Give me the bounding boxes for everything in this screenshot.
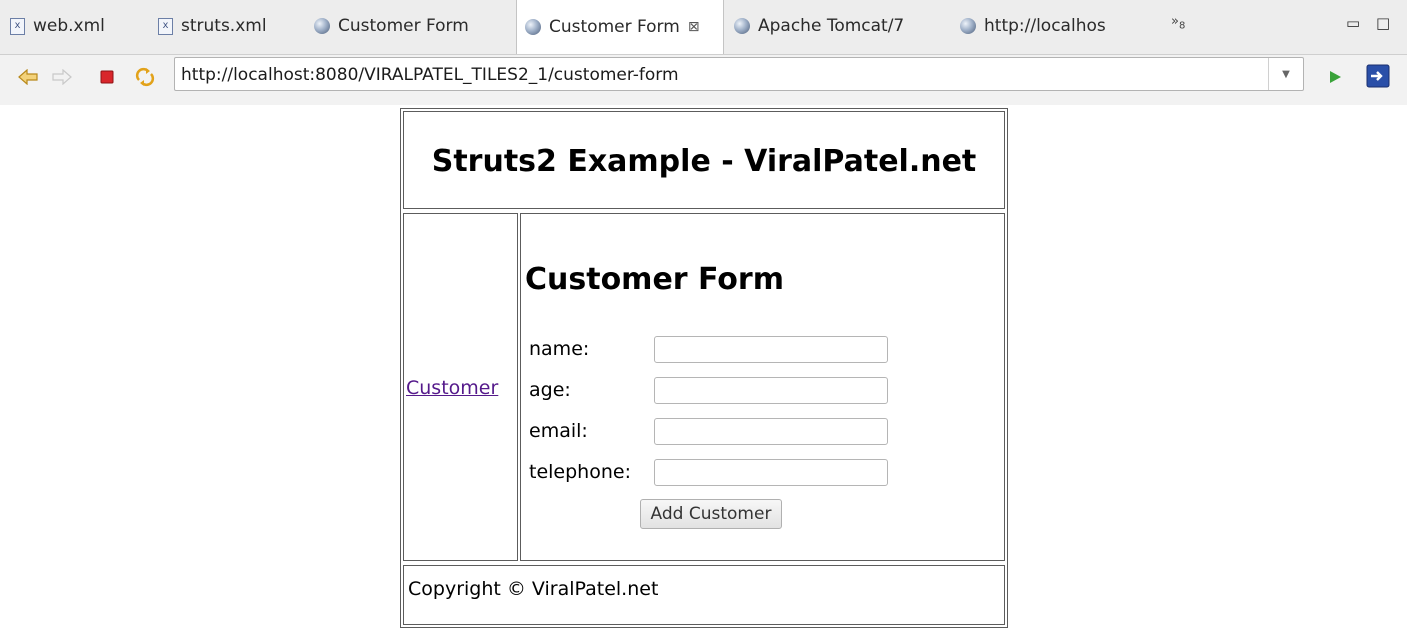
refresh-icon — [135, 67, 155, 87]
chevron-right-icon: » — [1171, 14, 1179, 29]
external-browser-icon — [1366, 64, 1390, 88]
telephone-label: telephone: — [529, 461, 631, 483]
tab-apache-tomcat[interactable]: Apache Tomcat/7 — [734, 0, 904, 52]
name-label: name: — [529, 338, 590, 360]
globe-icon — [960, 18, 976, 34]
editor-tab-bar: x web.xml x struts.xml Customer Form Cus… — [0, 0, 1407, 55]
tab-label: Customer Form — [338, 16, 469, 36]
form-title: Customer Form — [525, 262, 784, 297]
globe-icon — [734, 18, 750, 34]
go-button[interactable] — [1325, 67, 1345, 87]
url-history-dropdown[interactable]: ▼ — [1268, 58, 1303, 90]
tab-localhost[interactable]: http://localhos — [960, 0, 1106, 52]
overflow-count: 8 — [1178, 20, 1186, 32]
menu-cell: Customer — [403, 213, 518, 561]
tab-overflow-button[interactable]: »8 — [1171, 14, 1185, 32]
tab-customer-form-active[interactable]: Customer Form ⊠ — [516, 0, 724, 54]
close-tab-icon[interactable]: ⊠ — [688, 19, 700, 35]
tab-label: http://localhos — [984, 16, 1106, 36]
add-customer-button[interactable]: Add Customer — [640, 499, 782, 529]
xml-file-icon: x — [10, 17, 25, 35]
maximize-button[interactable]: □ — [1376, 14, 1390, 32]
body-cell: Customer Form name: age: email: telephon… — [520, 213, 1005, 561]
stop-icon — [100, 70, 114, 84]
email-label: email: — [529, 420, 588, 442]
tab-label: struts.xml — [181, 16, 267, 36]
age-label: age: — [529, 379, 571, 401]
forward-arrow-icon — [52, 69, 72, 85]
minimize-icon: ▭ — [1346, 14, 1361, 32]
browser-content: Struts2 Example - ViralPatel.net Custome… — [0, 105, 1407, 628]
open-external-browser-button[interactable] — [1366, 64, 1390, 88]
chevron-down-icon: ▼ — [1282, 68, 1290, 80]
email-input[interactable] — [654, 418, 888, 445]
tab-customer-form-1[interactable]: Customer Form — [314, 0, 469, 52]
minimize-button[interactable]: ▭ — [1346, 14, 1360, 32]
page-title: Struts2 Example - ViralPatel.net — [431, 144, 977, 179]
age-input[interactable] — [654, 377, 888, 404]
customer-menu-link[interactable]: Customer — [406, 377, 498, 399]
back-arrow-icon — [18, 69, 38, 85]
globe-icon — [314, 18, 330, 34]
tab-label: Apache Tomcat/7 — [758, 16, 905, 36]
header-cell: Struts2 Example - ViralPatel.net — [403, 111, 1005, 209]
tab-struts-xml[interactable]: x struts.xml — [158, 0, 267, 52]
tab-web-xml[interactable]: x web.xml — [10, 0, 105, 52]
forward-button[interactable] — [52, 67, 72, 87]
name-input[interactable] — [654, 336, 888, 363]
layout-table: Struts2 Example - ViralPatel.net Custome… — [400, 108, 1008, 628]
browser-toolbar: http://localhost:8080/VIRALPATEL_TILES2_… — [0, 55, 1407, 105]
telephone-input[interactable] — [654, 459, 888, 486]
url-field[interactable]: http://localhost:8080/VIRALPATEL_TILES2_… — [174, 57, 1304, 91]
maximize-icon: □ — [1376, 14, 1391, 32]
footer-cell: Copyright © ViralPatel.net — [403, 565, 1005, 625]
url-text[interactable]: http://localhost:8080/VIRALPATEL_TILES2_… — [181, 65, 679, 85]
xml-file-icon: x — [158, 17, 173, 35]
tab-label: Customer Form — [549, 17, 680, 37]
globe-icon — [525, 19, 541, 35]
copyright-text: Copyright © ViralPatel.net — [408, 578, 659, 600]
play-icon — [1330, 71, 1341, 83]
stop-button[interactable] — [97, 67, 117, 87]
back-button[interactable] — [18, 67, 38, 87]
tab-label: web.xml — [33, 16, 105, 36]
refresh-button[interactable] — [135, 67, 155, 87]
